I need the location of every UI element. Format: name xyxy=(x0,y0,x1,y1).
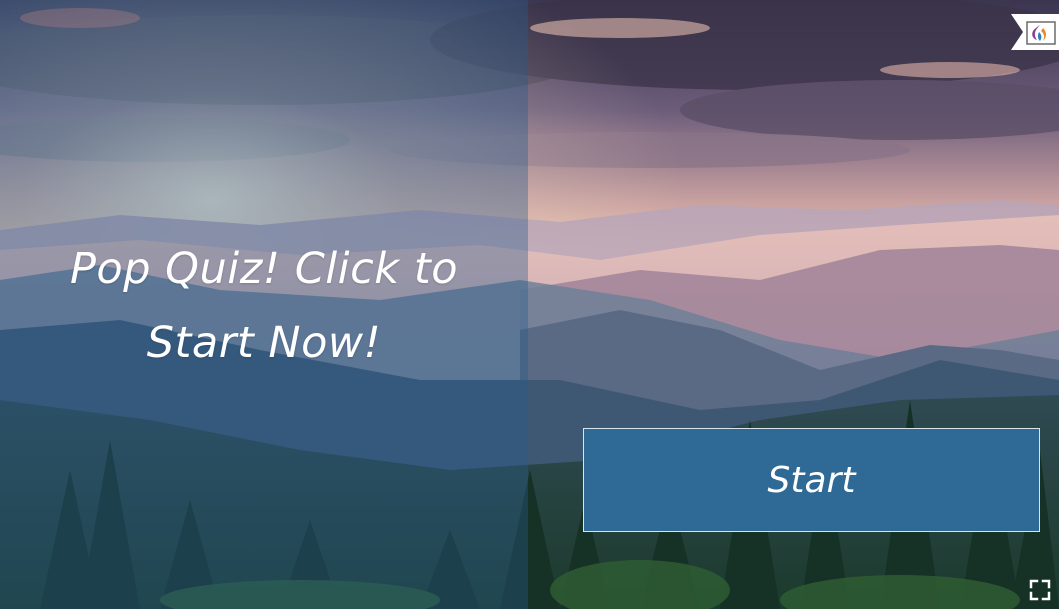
flame-logo-icon[interactable] xyxy=(1011,14,1059,50)
page-title: Pop Quiz! Click to Start Now! xyxy=(69,244,459,368)
start-button[interactable]: Start xyxy=(583,428,1040,532)
quiz-slide: Pop Quiz! Click to Start Now! Start xyxy=(0,0,1059,609)
title-panel: Pop Quiz! Click to Start Now! xyxy=(0,0,528,609)
fullscreen-icon[interactable] xyxy=(1029,579,1051,601)
